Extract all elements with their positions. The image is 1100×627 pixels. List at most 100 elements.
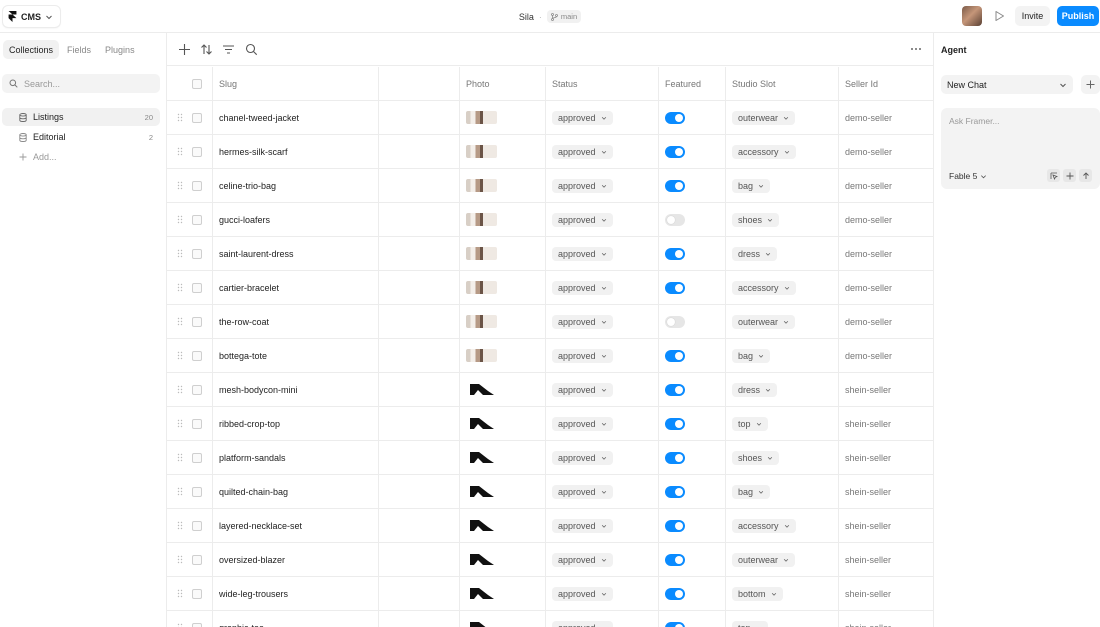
photo-thumbnail[interactable] — [466, 145, 497, 158]
tab-plugins[interactable]: Plugins — [99, 40, 141, 59]
featured-toggle[interactable] — [665, 451, 685, 464]
photo-thumbnail[interactable] — [466, 315, 497, 328]
slug-cell[interactable]: bottega-tote — [219, 351, 267, 361]
search-input[interactable] — [24, 78, 154, 89]
studio-slot-select[interactable]: bag — [732, 348, 771, 363]
status-select[interactable]: approved — [552, 450, 613, 465]
photo-thumbnail[interactable] — [466, 281, 497, 294]
seller-id-cell[interactable]: demo-seller — [845, 249, 892, 259]
featured-toggle[interactable] — [665, 111, 685, 124]
seller-id-cell[interactable]: shein-seller — [845, 487, 891, 497]
table-row[interactable]: layered-necklace-set approved accessory she… — [167, 509, 933, 543]
row-checkbox[interactable] — [192, 113, 202, 123]
photo-thumbnail[interactable] — [466, 553, 497, 566]
photo-thumbnail[interactable] — [466, 383, 497, 396]
invite-button[interactable]: Invite — [1015, 6, 1050, 26]
seller-id-cell[interactable]: demo-seller — [845, 317, 892, 327]
column-header-studio-slot[interactable]: Studio Slot — [732, 67, 776, 100]
featured-toggle[interactable] — [665, 281, 685, 294]
studio-slot-select[interactable]: shoes — [732, 212, 780, 227]
seller-id-cell[interactable]: shein-seller — [845, 419, 891, 429]
photo-thumbnail[interactable] — [466, 621, 497, 627]
studio-slot-select[interactable]: dress — [732, 382, 778, 397]
drag-handle-icon[interactable] — [177, 555, 183, 564]
slug-cell[interactable]: wide-leg-trousers — [219, 589, 288, 599]
column-header-photo[interactable]: Photo — [466, 67, 490, 100]
status-select[interactable]: approved — [552, 586, 613, 601]
status-select[interactable]: approved — [552, 382, 613, 397]
publish-button[interactable]: Publish — [1057, 6, 1099, 26]
row-checkbox[interactable] — [192, 419, 202, 429]
photo-thumbnail[interactable] — [466, 349, 497, 362]
seller-id-cell[interactable]: shein-seller — [845, 521, 891, 531]
status-select[interactable]: approved — [552, 348, 613, 363]
select-all-checkbox[interactable] — [192, 79, 202, 89]
table-row[interactable]: the-row-coat approved outerwear demo-seller — [167, 305, 933, 339]
studio-slot-select[interactable]: bottom — [732, 586, 783, 601]
row-checkbox[interactable] — [192, 249, 202, 259]
prompt-input[interactable] — [949, 116, 1089, 156]
slug-cell[interactable]: quilted-chain-bag — [219, 487, 288, 497]
seller-id-cell[interactable]: shein-seller — [845, 385, 891, 395]
row-checkbox[interactable] — [192, 623, 202, 627]
featured-toggle[interactable] — [665, 315, 685, 328]
slug-cell[interactable]: the-row-coat — [219, 317, 269, 327]
status-select[interactable]: approved — [552, 246, 613, 261]
new-chat-button[interactable] — [1081, 75, 1100, 94]
studio-slot-select[interactable]: top — [732, 416, 768, 431]
slug-cell[interactable]: platform-sandals — [219, 453, 286, 463]
status-select[interactable]: approved — [552, 212, 613, 227]
featured-toggle[interactable] — [665, 553, 685, 566]
table-row[interactable]: wide-leg-trousers approved bottom shein-sel… — [167, 577, 933, 611]
featured-toggle[interactable] — [665, 587, 685, 600]
table-row[interactable]: bottega-tote approved bag demo-seller — [167, 339, 933, 373]
drag-handle-icon[interactable] — [177, 351, 183, 360]
photo-thumbnail[interactable] — [466, 485, 497, 498]
drag-handle-icon[interactable] — [177, 215, 183, 224]
slug-cell[interactable]: chanel-tweed-jacket — [219, 113, 299, 123]
slug-cell[interactable]: cartier-bracelet — [219, 283, 279, 293]
play-icon[interactable] — [992, 9, 1006, 23]
studio-slot-select[interactable]: outerwear — [732, 110, 796, 125]
drag-handle-icon[interactable] — [177, 589, 183, 598]
row-checkbox[interactable] — [192, 351, 202, 361]
project-name[interactable]: Sila — [519, 12, 534, 22]
status-select[interactable]: approved — [552, 314, 613, 329]
photo-thumbnail[interactable] — [466, 247, 497, 260]
status-select[interactable]: approved — [552, 518, 613, 533]
slug-cell[interactable]: saint-laurent-dress — [219, 249, 294, 259]
seller-id-cell[interactable]: demo-seller — [845, 215, 892, 225]
studio-slot-select[interactable]: outerwear — [732, 314, 796, 329]
drag-handle-icon[interactable] — [177, 181, 183, 190]
model-select[interactable]: Fable 5 — [949, 171, 987, 181]
seller-id-cell[interactable]: shein-seller — [845, 589, 891, 599]
select-element-button[interactable] — [1047, 169, 1060, 182]
drag-handle-icon[interactable] — [177, 147, 183, 156]
table-row[interactable]: platform-sandals approved shoes shein-selle… — [167, 441, 933, 475]
row-checkbox[interactable] — [192, 521, 202, 531]
chat-select[interactable]: New Chat — [941, 75, 1073, 94]
slug-cell[interactable]: gucci-loafers — [219, 215, 270, 225]
seller-id-cell[interactable]: shein-seller — [845, 555, 891, 565]
sort-icon[interactable] — [200, 43, 213, 56]
table-row[interactable]: gucci-loafers approved shoes demo-seller — [167, 203, 933, 237]
seller-id-cell[interactable]: demo-seller — [845, 147, 892, 157]
photo-thumbnail[interactable] — [466, 417, 497, 430]
row-checkbox[interactable] — [192, 147, 202, 157]
attach-button[interactable] — [1063, 169, 1076, 182]
row-checkbox[interactable] — [192, 317, 202, 327]
seller-id-cell[interactable]: demo-seller — [845, 283, 892, 293]
more-options-icon[interactable] — [910, 44, 922, 54]
table-row[interactable]: quilted-chain-bag approved bag shein-seller — [167, 475, 933, 509]
status-select[interactable]: approved — [552, 280, 613, 295]
featured-toggle[interactable] — [665, 349, 685, 362]
studio-slot-select[interactable]: top — [732, 620, 768, 627]
studio-slot-select[interactable]: bag — [732, 178, 771, 193]
status-select[interactable]: approved — [552, 178, 613, 193]
row-checkbox[interactable] — [192, 555, 202, 565]
featured-toggle[interactable] — [665, 485, 685, 498]
studio-slot-select[interactable]: shoes — [732, 450, 780, 465]
branch-badge[interactable]: main — [546, 10, 582, 23]
seller-id-cell[interactable]: demo-seller — [845, 113, 892, 123]
table-row[interactable]: ribbed-crop-top approved top shein-seller — [167, 407, 933, 441]
